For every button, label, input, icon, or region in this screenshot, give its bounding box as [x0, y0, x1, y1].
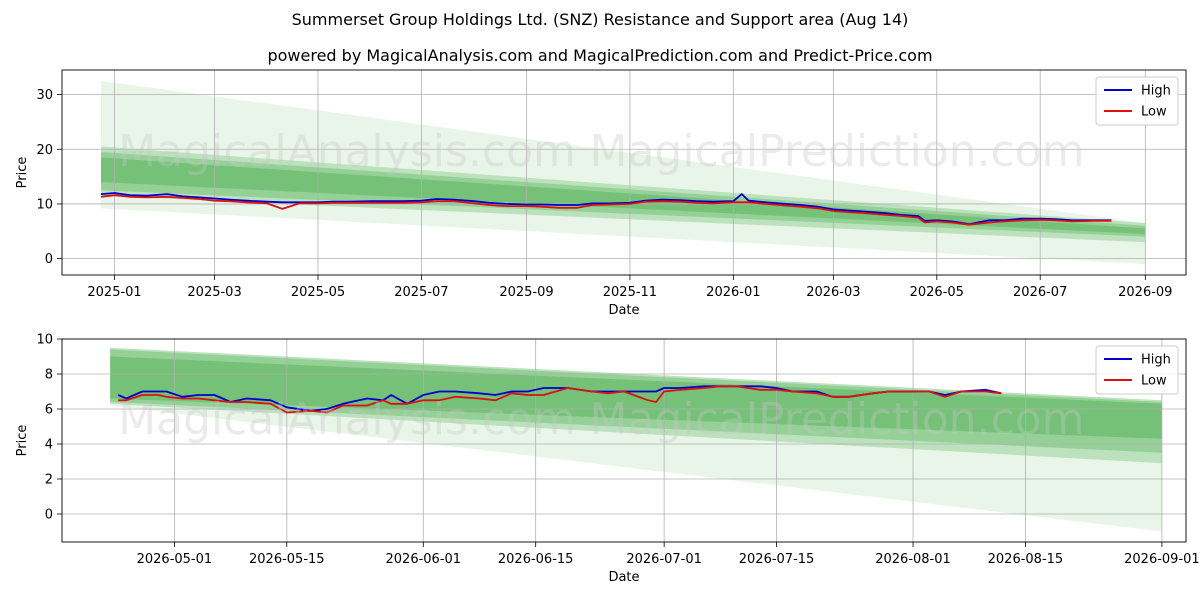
y-tick-label: 8	[45, 368, 53, 383]
x-tick-label: 2025-07	[394, 285, 448, 300]
x-tick-label: 2026-06-15	[498, 552, 574, 567]
x-tick-label: 2026-01	[706, 285, 760, 300]
x-tick-label: 2026-07-01	[626, 552, 702, 567]
x-tick-label: 2025-05	[291, 285, 345, 300]
y-axis-label: Price	[15, 157, 30, 189]
legend: High Low	[1095, 76, 1179, 126]
legend-label-low: Low	[1141, 374, 1167, 389]
x-tick-label: 2026-05-15	[249, 552, 325, 567]
x-tick-label: 2026-08-01	[875, 552, 951, 567]
x-tick-label: 2025-09	[499, 285, 553, 300]
y-tick-label: 0	[45, 508, 53, 523]
x-tick-label: 2026-06-01	[386, 552, 462, 567]
y-axis-label: Price	[15, 425, 30, 457]
legend-label-high: High	[1141, 353, 1171, 368]
legend-label-low: Low	[1141, 105, 1167, 120]
y-tick-label: 10	[36, 333, 53, 348]
y-tick-label: 0	[45, 252, 53, 267]
x-tick-label: 2026-07-15	[739, 552, 815, 567]
x-tick-label: 2026-07	[1013, 285, 1067, 300]
legend: High Low	[1095, 345, 1179, 395]
y-tick-label: 10	[36, 197, 53, 212]
x-tick-label: 2026-05-01	[137, 552, 213, 567]
x-tick-label: 2026-09	[1118, 285, 1172, 300]
legend-label-high: High	[1141, 84, 1171, 99]
chart-panel-1: 2025-01 2025-03 2025-05 2025-07 2025-09 2025-…	[15, 69, 1187, 318]
watermark-prediction: MagicalPrediction.com	[590, 126, 1085, 177]
y-tick-label: 30	[36, 88, 53, 103]
x-tick-label: 2026-03	[806, 285, 860, 300]
x-tick-label: 2025-03	[187, 285, 241, 300]
chart-panel-2: 2026-05-01 2026-05-15 2026-06-01 2026-06-15…	[15, 333, 1200, 586]
y-tick-label: 20	[36, 143, 53, 158]
y-tick-label: 2	[45, 473, 53, 488]
x-axis-label: Date	[608, 570, 639, 585]
x-axis-label: Date	[608, 303, 639, 318]
x-tick-label: 2025-01	[87, 285, 141, 300]
chart-canvas: 2025-01 2025-03 2025-05 2025-07 2025-09 2025-…	[15, 69, 1200, 586]
x-tick-label: 2026-08-15	[988, 552, 1064, 567]
x-tick-label: 2026-05	[910, 285, 964, 300]
watermark-prediction: MagicalPrediction.com	[590, 394, 1085, 445]
x-tick-label: 2025-11	[603, 285, 657, 300]
y-tick-label: 4	[45, 438, 53, 453]
watermark-analysis: MagicalAnalysis.com	[118, 126, 576, 177]
watermark-analysis: MagicalAnalysis.com	[118, 394, 576, 445]
y-tick-label: 6	[45, 403, 53, 418]
x-tick-label: 2026-09-01	[1124, 552, 1200, 567]
